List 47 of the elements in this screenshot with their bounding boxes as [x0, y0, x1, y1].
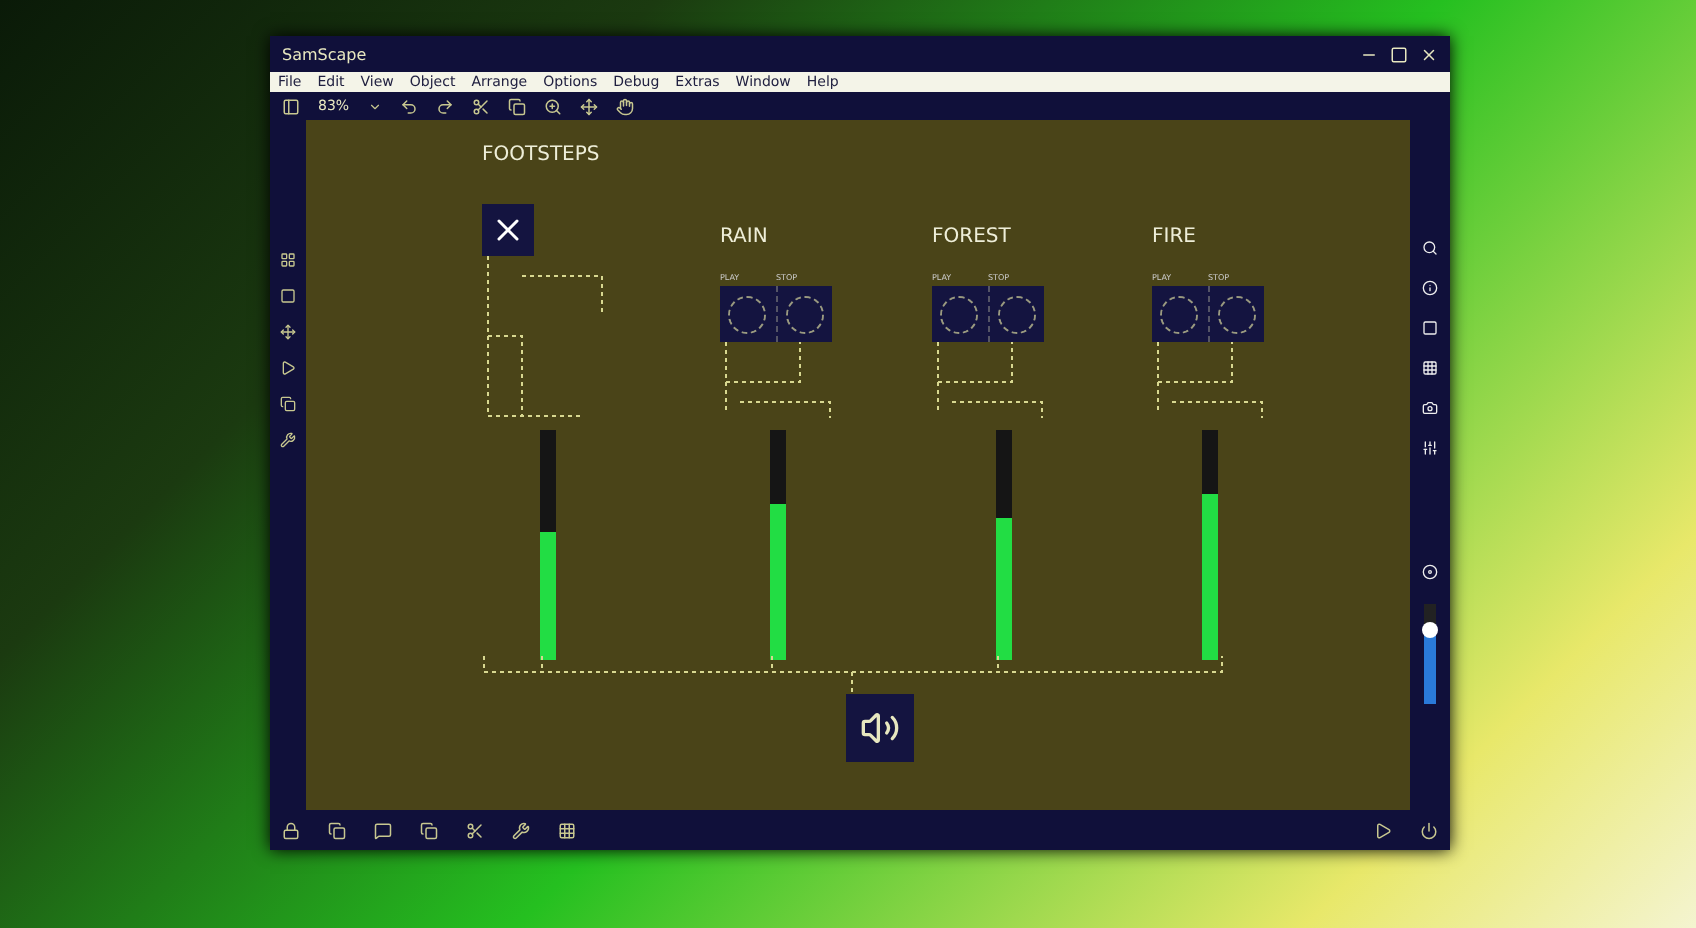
close-icon[interactable] [1420, 45, 1438, 63]
patch-title: FOREST [932, 226, 1011, 248]
speaker-button[interactable] [846, 694, 914, 762]
power-icon[interactable] [1420, 821, 1438, 839]
patch-title: FIRE [1152, 226, 1196, 248]
knob-button[interactable] [785, 295, 824, 333]
knob-button[interactable] [1160, 295, 1199, 333]
knob-button[interactable] [1217, 295, 1256, 333]
knob-button[interactable] [940, 295, 979, 333]
cut-icon[interactable] [466, 821, 484, 839]
info-icon[interactable] [1422, 280, 1438, 296]
panel-icon[interactable] [282, 97, 300, 115]
cut-icon[interactable] [471, 97, 490, 115]
redo-icon[interactable] [435, 97, 454, 115]
comment-icon[interactable] [374, 821, 392, 839]
hand-icon[interactable] [615, 97, 634, 115]
slider-thumb[interactable] [1422, 621, 1438, 637]
window-title: SamScape [282, 45, 369, 63]
copy-icon[interactable] [328, 821, 346, 839]
lock-icon[interactable] [282, 821, 300, 839]
close-toggle-button[interactable] [482, 204, 534, 256]
grid-icon[interactable] [558, 821, 576, 839]
sliders-icon[interactable] [1422, 440, 1438, 456]
knob-button[interactable] [997, 295, 1036, 333]
search-icon[interactable] [1422, 240, 1438, 256]
camera-icon[interactable] [1422, 400, 1438, 416]
wrench-icon[interactable] [280, 432, 296, 448]
zoom-icon[interactable] [543, 97, 562, 115]
copy-icon[interactable] [420, 821, 438, 839]
maximize-icon[interactable] [1390, 45, 1408, 63]
copy-icon[interactable] [280, 396, 296, 412]
play-icon[interactable] [1374, 821, 1392, 839]
disc-icon[interactable] [1422, 564, 1438, 580]
patch-title: FOOTSTEPS [482, 144, 600, 166]
knob-button[interactable] [728, 295, 767, 333]
wrench-icon[interactable] [512, 821, 530, 839]
caret-icon[interactable] [367, 99, 382, 113]
output-slider[interactable] [1424, 604, 1436, 704]
speaker-icon [860, 708, 900, 748]
move-icon[interactable] [280, 324, 296, 340]
play-icon[interactable] [280, 360, 296, 376]
patch-title: RAIN [720, 226, 768, 248]
grid-icon[interactable] [280, 252, 296, 268]
copy-icon[interactable] [507, 97, 526, 115]
square-icon[interactable] [280, 288, 296, 304]
undo-icon[interactable] [399, 97, 418, 115]
move-icon[interactable] [579, 97, 598, 115]
